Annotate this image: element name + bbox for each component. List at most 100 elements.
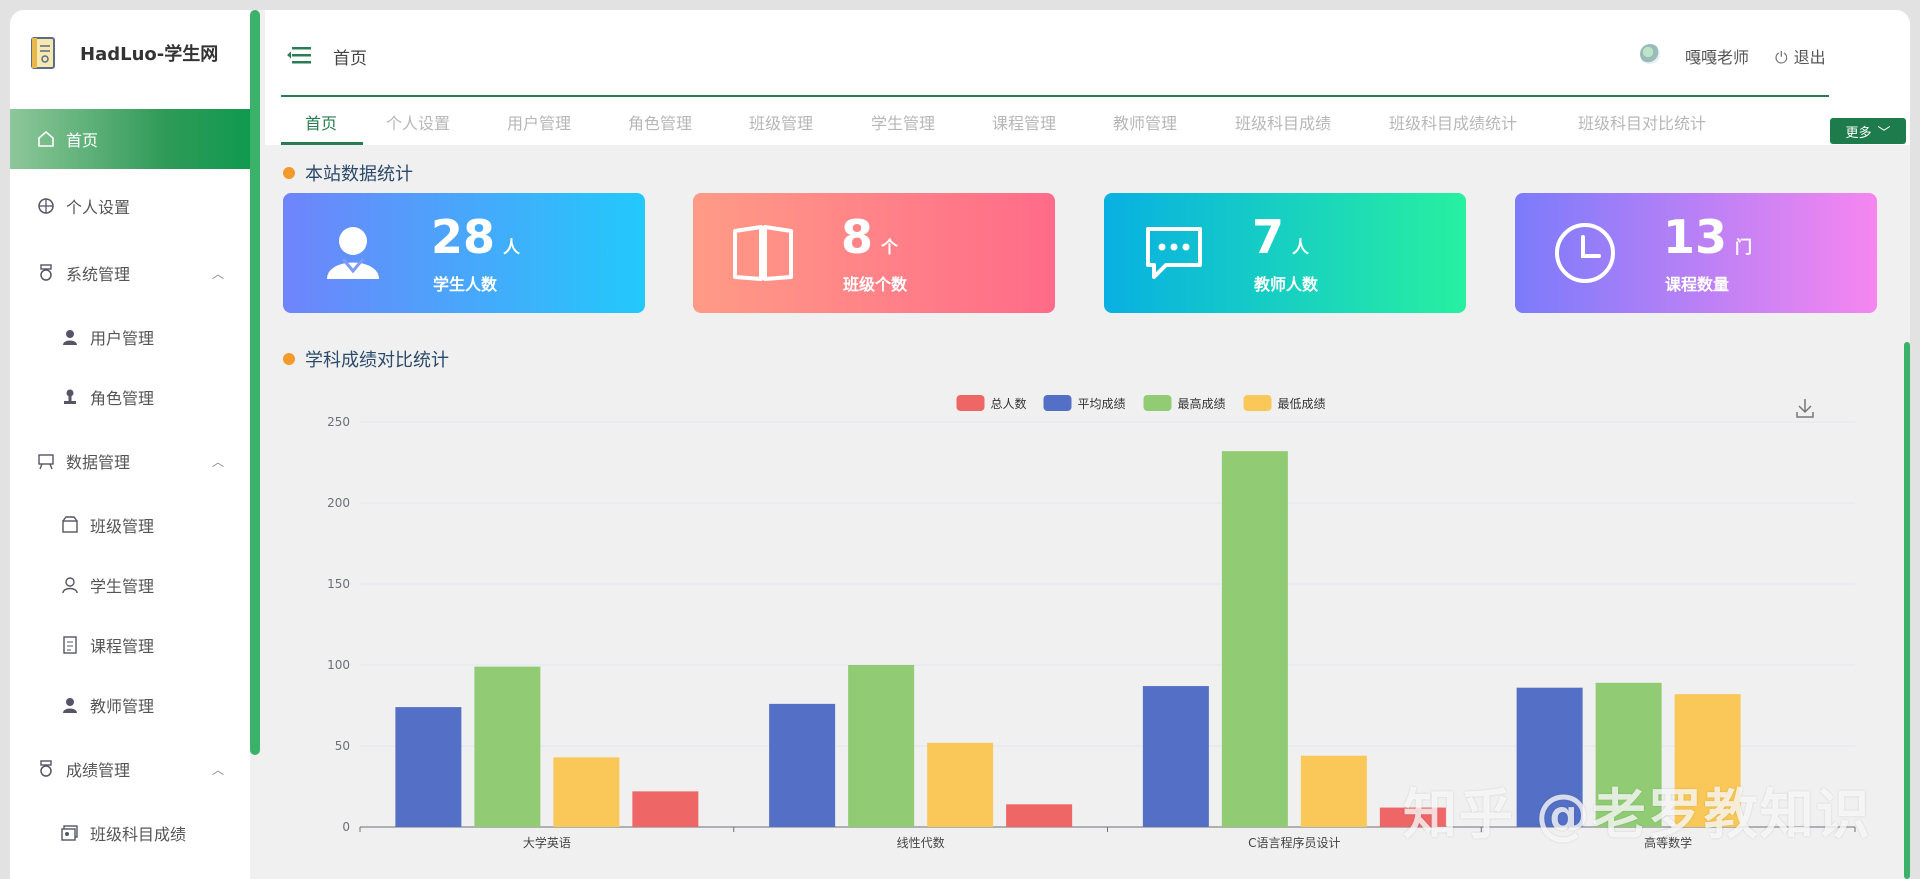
sidebar-item-label: 系统管理 (66, 265, 131, 284)
chevron-up-icon[interactable]: ︿ (212, 453, 224, 470)
y-tick-label: 0 (342, 820, 350, 834)
user-icon (60, 695, 80, 715)
stat-label: 班级个数 (843, 275, 908, 294)
user-icon (60, 327, 80, 347)
legend-swatch (956, 395, 985, 411)
stat-label: 教师人数 (1254, 275, 1319, 294)
y-tick-label: 50 (335, 739, 350, 753)
sidebar-item-label: 首页 (66, 131, 99, 150)
breadcrumb[interactable]: 首页 (333, 44, 367, 69)
app-title: HadLuo-学生网 (80, 44, 219, 65)
person-icon (327, 227, 379, 279)
logo[interactable]: HadLuo-学生网 (10, 10, 250, 96)
watermark: 知乎 @老罗教知识 (1403, 783, 1872, 846)
sidebar-item-home[interactable]: 首页 (10, 109, 250, 169)
legend-label: 最低成绩 (1278, 397, 1326, 411)
legend-swatch (1243, 395, 1272, 411)
more-tabs-button[interactable]: 更多 ﹀ (1830, 118, 1906, 144)
chevron-up-icon[interactable]: ︿ (212, 761, 224, 778)
tab-active-indicator (281, 142, 363, 145)
sidebar-item-label: 教师管理 (90, 697, 155, 716)
chat-icon (1146, 227, 1202, 279)
tab-roles[interactable]: 角色管理 (628, 110, 692, 134)
logout-label: 退出 (1793, 48, 1826, 67)
tab-home[interactable]: 首页 (305, 110, 337, 134)
download-icon[interactable] (1796, 399, 1814, 418)
stat-value: 7 (1252, 210, 1285, 264)
tab-students[interactable]: 学生管理 (871, 110, 935, 134)
bar (553, 757, 620, 827)
medal-icon (36, 263, 56, 283)
avatar[interactable] (1640, 44, 1660, 64)
medal-icon (36, 759, 56, 779)
tab-users[interactable]: 用户管理 (507, 110, 571, 134)
stat-unit: 个 (881, 238, 899, 258)
legend-swatch (1043, 395, 1072, 411)
sidebar-item-label: 用户管理 (90, 329, 155, 348)
sidebar-item-students[interactable]: 学生管理 (10, 555, 250, 615)
sidebar-item-label: 班级管理 (90, 517, 155, 536)
home-icon (36, 129, 56, 149)
picture-icon (60, 823, 80, 843)
bullet-icon (283, 167, 295, 179)
header: 首页 嘎嘎老师 ⏻ 退出 首页 个人设置 用户管理 角色管理 班级管理 学生管理 … (265, 10, 1910, 145)
sidebar-item-system[interactable]: 系统管理 ︿ (10, 243, 250, 303)
bar (927, 742, 994, 827)
chevron-up-icon[interactable]: ︿ (212, 265, 224, 282)
bar (632, 791, 699, 827)
sidebar-item-label: 成绩管理 (66, 761, 131, 780)
stat-card-classes[interactable]: 8个 班级个数 (693, 193, 1055, 313)
stats-section-title: 本站数据统计 (283, 160, 413, 186)
tab-class-subject-compare-stats[interactable]: 班级科目对比统计 (1578, 110, 1706, 134)
stat-card-teachers[interactable]: 7人 教师人数 (1104, 193, 1466, 313)
sidebar-item-label: 班级科目成绩 (90, 825, 187, 844)
y-tick-label: 150 (327, 577, 350, 591)
sidebar-item-label: 个人设置 (66, 198, 131, 217)
book-logo-icon (31, 37, 55, 69)
y-tick-label: 200 (327, 496, 350, 510)
box-icon (60, 515, 80, 535)
content-scrollbar[interactable] (1904, 342, 1910, 879)
tab-class-subject-grade-stats[interactable]: 班级科目成绩统计 (1389, 110, 1517, 134)
user-name[interactable]: 嘎嘎老师 (1685, 44, 1749, 68)
sidebar-item-classes[interactable]: 班级管理 (10, 495, 250, 555)
logout-button[interactable]: ⏻ 退出 (1775, 44, 1826, 68)
sidebar-item-class-subject-grades[interactable]: 班级科目成绩 (10, 803, 250, 863)
menu-fold-icon[interactable] (287, 46, 311, 64)
sidebar-item-label: 数据管理 (66, 453, 131, 472)
sidebar-item-teachers[interactable]: 教师管理 (10, 675, 250, 735)
sidebar-item-courses[interactable]: 课程管理 (10, 615, 250, 675)
basketball-icon (36, 196, 56, 216)
sidebar-item-profile[interactable]: 个人设置 (10, 176, 250, 236)
chart-section-title: 学科成绩对比统计 (283, 346, 449, 372)
sidebar-item-roles[interactable]: 角色管理 (10, 367, 250, 427)
sidebar-item-data[interactable]: 数据管理 ︿ (10, 431, 250, 491)
sidebar-scrollbar[interactable] (250, 10, 260, 755)
y-tick-label: 100 (327, 658, 350, 672)
stat-label: 课程数量 (1665, 275, 1730, 294)
tab-courses[interactable]: 课程管理 (992, 110, 1056, 134)
bar (395, 707, 462, 827)
stat-card-students[interactable]: 28 人 学生人数 (283, 193, 645, 313)
bar (1142, 686, 1209, 827)
stat-card-courses[interactable]: 13 门 课程数量 (1515, 193, 1877, 313)
sidebar-item-grades[interactable]: 成绩管理 ︿ (10, 739, 250, 799)
bar (848, 665, 915, 827)
tab-teachers[interactable]: 教师管理 (1113, 110, 1177, 134)
clock-icon (1555, 223, 1615, 283)
document-icon (60, 635, 80, 655)
y-tick-label: 250 (327, 415, 350, 429)
stat-unit: 人 (503, 238, 521, 258)
tab-profile[interactable]: 个人设置 (386, 110, 450, 134)
stat-label: 学生人数 (433, 275, 498, 294)
bar (1006, 804, 1073, 827)
sidebar-item-users[interactable]: 用户管理 (10, 307, 250, 367)
power-icon: ⏻ (1775, 48, 1788, 67)
tab-class-subject-grades[interactable]: 班级科目成绩 (1235, 110, 1331, 134)
tab-classes[interactable]: 班级管理 (749, 110, 813, 134)
more-label: 更多 (1845, 125, 1872, 141)
bar (1221, 451, 1288, 827)
stamp-icon (60, 387, 80, 407)
stat-value: 28 (431, 210, 496, 264)
book-icon (733, 225, 793, 281)
